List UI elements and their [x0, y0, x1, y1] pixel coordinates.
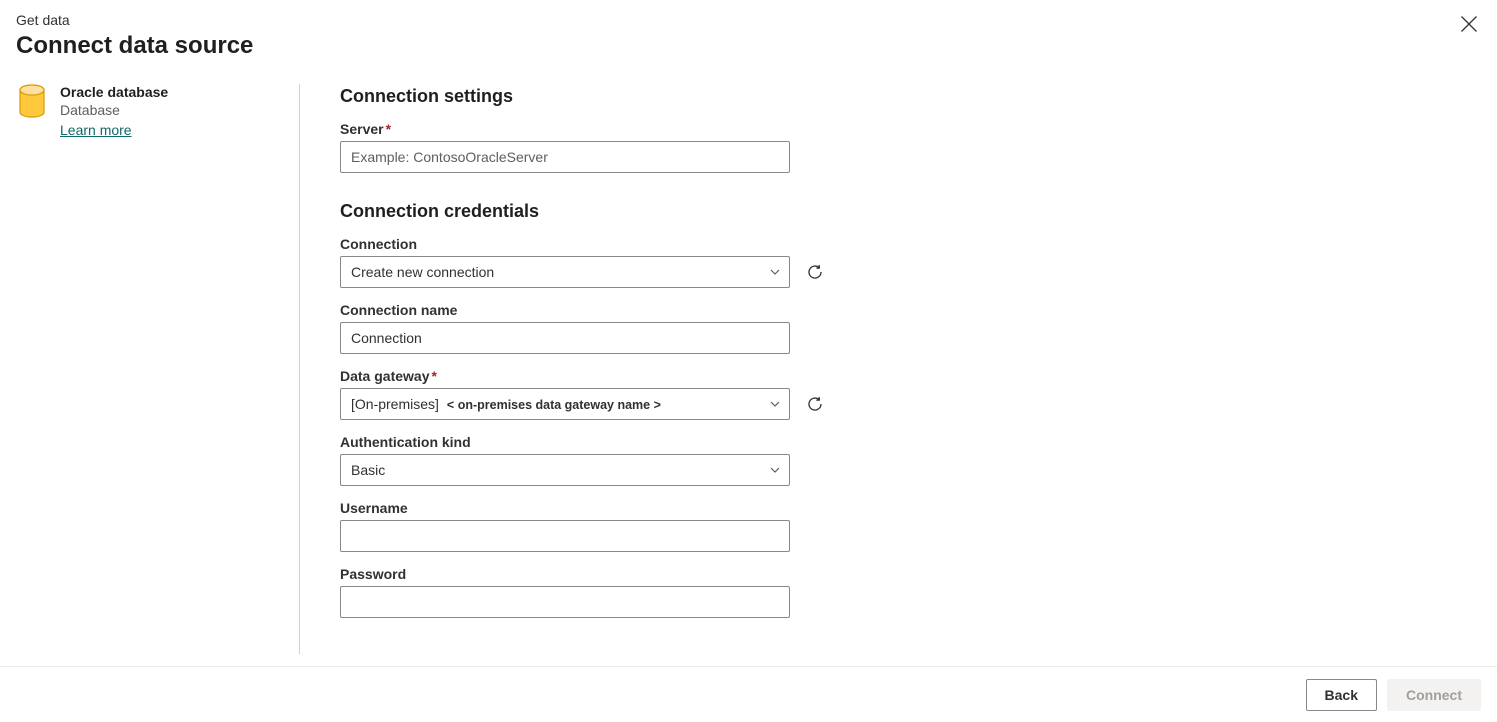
page-title: Connect data source [16, 32, 1481, 60]
breadcrumb: Get data [16, 12, 1481, 28]
learn-more-link[interactable]: Learn more [60, 122, 168, 138]
section-connection-credentials: Connection credentials [340, 201, 1497, 222]
close-button[interactable] [1459, 14, 1479, 34]
chevron-down-icon [769, 398, 781, 410]
oracle-database-icon [18, 84, 46, 116]
footer: Back Connect [0, 666, 1497, 722]
data-gateway-label: Data gateway* [340, 368, 1497, 384]
gateway-prefix: [On-premises] [351, 396, 439, 412]
auth-kind-value: Basic [351, 462, 385, 478]
connection-label: Connection [340, 236, 1497, 252]
source-name: Oracle database [60, 84, 168, 100]
chevron-down-icon [769, 266, 781, 278]
server-label: Server* [340, 121, 1497, 137]
auth-kind-select[interactable]: Basic [340, 454, 790, 486]
data-source-item: Oracle database Database Learn more [18, 84, 279, 138]
username-label: Username [340, 500, 1497, 516]
refresh-icon[interactable] [806, 395, 824, 413]
server-input[interactable] [340, 141, 790, 173]
connection-value: Create new connection [351, 264, 494, 280]
section-connection-settings: Connection settings [340, 86, 1497, 107]
source-type: Database [60, 102, 168, 118]
refresh-icon[interactable] [806, 263, 824, 281]
sidebar: Oracle database Database Learn more [0, 84, 300, 654]
connection-select[interactable]: Create new connection [340, 256, 790, 288]
data-gateway-select[interactable]: [On-premises] < on-premises data gateway… [340, 388, 790, 420]
chevron-down-icon [769, 464, 781, 476]
connection-name-input[interactable] [340, 322, 790, 354]
password-label: Password [340, 566, 1497, 582]
connect-button[interactable]: Connect [1387, 679, 1481, 711]
username-input[interactable] [340, 520, 790, 552]
required-asterisk: * [386, 121, 391, 137]
connection-name-label: Connection name [340, 302, 1497, 318]
auth-kind-label: Authentication kind [340, 434, 1497, 450]
close-icon [1459, 14, 1479, 34]
back-button[interactable]: Back [1306, 679, 1377, 711]
required-asterisk: * [431, 368, 436, 384]
gateway-suffix: < on-premises data gateway name > [447, 398, 661, 412]
password-input[interactable] [340, 586, 790, 618]
form-panel: Connection settings Server* Connection c… [300, 84, 1497, 654]
